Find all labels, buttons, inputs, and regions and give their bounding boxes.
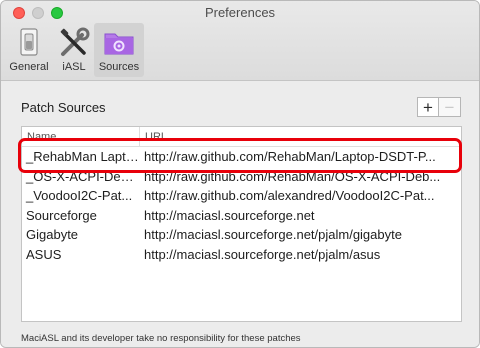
toolbar-item-iasl[interactable]: iASL xyxy=(55,23,93,77)
source-url: http://raw.github.com/alexandred/VoodooI… xyxy=(144,188,435,203)
sources-table: Name URL _RehabMan Laptop http://raw.git… xyxy=(21,126,462,322)
toolbar-item-general[interactable]: General xyxy=(7,23,51,77)
title-bar: Preferences General iASL Sources xyxy=(1,1,479,81)
source-name: _OS-X-ACPI-Debug xyxy=(26,168,140,184)
source-name: ASUS xyxy=(26,246,62,262)
disclaimer-text: MaciASL and its developer take no respon… xyxy=(21,333,301,344)
sources-pane: Patch Sources + − Name URL _RehabMan Lap… xyxy=(1,82,479,347)
table-row[interactable]: ASUS http://maciasl.sourceforge.net/pjal… xyxy=(22,245,461,265)
folder-gear-icon xyxy=(104,33,134,55)
table-header: Name URL xyxy=(22,127,461,147)
preferences-window: Preferences General iASL Sources Patch S… xyxy=(0,0,480,348)
toolbar-label-iasl: iASL xyxy=(62,61,86,73)
table-row[interactable]: _RehabMan Laptop http://raw.github.com/R… xyxy=(22,147,461,167)
column-header-url[interactable]: URL xyxy=(140,127,167,146)
table-row[interactable]: _VoodooI2C-Pat... http://raw.github.com/… xyxy=(22,186,461,206)
source-name: Gigabyte xyxy=(26,227,79,242)
source-name: Sourceforge xyxy=(26,207,97,223)
remove-source-button[interactable]: − xyxy=(439,97,461,117)
window-title: Preferences xyxy=(204,5,276,20)
add-remove-buttons: + − xyxy=(417,97,461,117)
add-source-button[interactable]: + xyxy=(417,97,439,117)
switch-icon xyxy=(20,28,38,56)
toolbar-item-sources[interactable]: Sources xyxy=(94,23,144,77)
source-name: _VoodooI2C-Pat... xyxy=(26,188,133,203)
toolbar-label-general: General xyxy=(9,61,49,73)
table-row[interactable]: Sourceforge http://maciasl.sourceforge.n… xyxy=(22,206,461,226)
source-url: http://maciasl.sourceforge.net/pjalm/asu… xyxy=(144,246,381,262)
source-url: http://maciasl.sourceforge.net/pjalm/gig… xyxy=(144,227,402,242)
toolbar-label-sources: Sources xyxy=(98,61,140,73)
tools-icon xyxy=(60,27,90,56)
table-row[interactable]: _OS-X-ACPI-Debug http://raw.github.com/R… xyxy=(22,167,461,187)
source-name: _RehabMan Laptop xyxy=(26,149,140,164)
source-url: http://maciasl.sourceforge.net xyxy=(144,207,315,223)
table-row[interactable]: Gigabyte http://maciasl.sourceforge.net/… xyxy=(22,225,461,245)
source-url: http://raw.github.com/RehabMan/OS-X-ACPI… xyxy=(144,168,441,184)
column-header-name[interactable]: Name xyxy=(22,127,140,146)
source-url: http://raw.github.com/RehabMan/Laptop-DS… xyxy=(144,149,436,164)
section-title: Patch Sources xyxy=(21,100,106,115)
